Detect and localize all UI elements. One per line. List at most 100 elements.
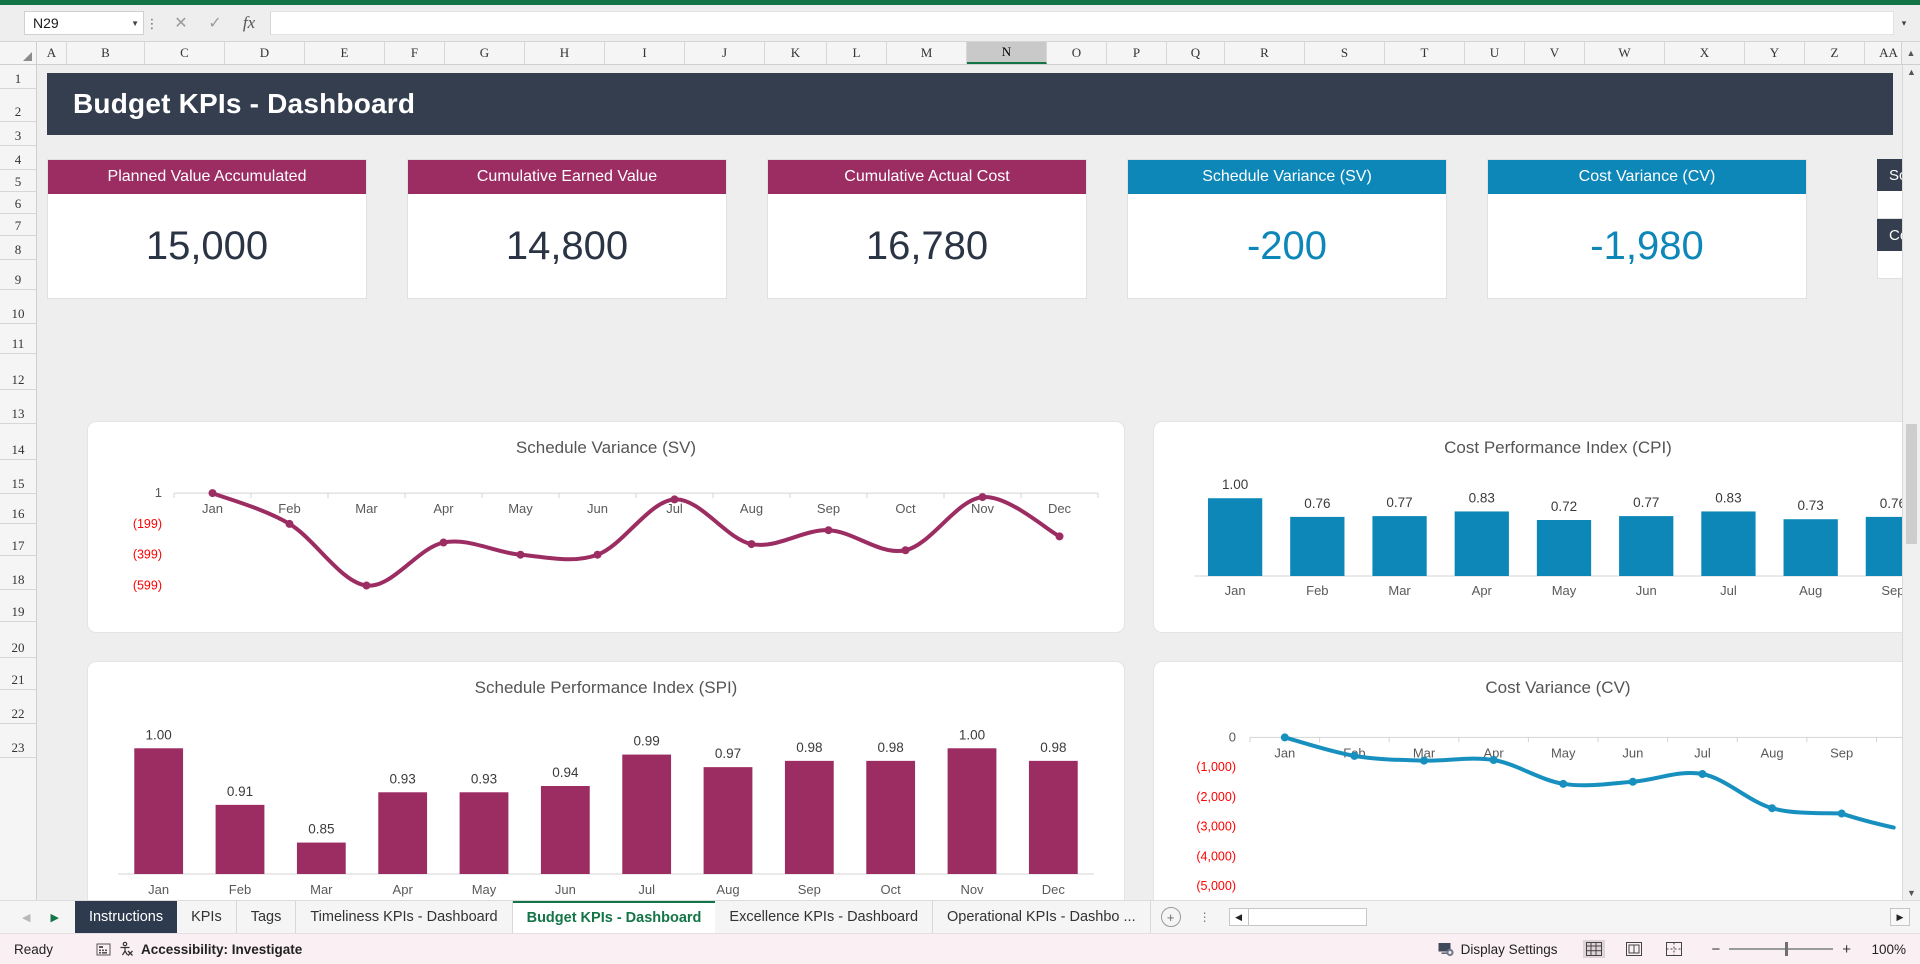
scroll-down-icon[interactable]: ▼ — [1907, 888, 1916, 898]
page-break-preview-button[interactable] — [1663, 940, 1685, 958]
insert-function-icon[interactable]: fx — [240, 13, 258, 32]
column-header-g[interactable]: G — [445, 42, 525, 64]
column-header-p[interactable]: P — [1107, 42, 1167, 64]
name-box-value: N29 — [33, 15, 59, 31]
chart-panel-spi[interactable]: Schedule Performance Index (SPI) 1.00 Jan… — [87, 661, 1125, 900]
column-header-q[interactable]: Q — [1167, 42, 1225, 64]
row-header-3[interactable]: 3 — [0, 122, 36, 146]
zoom-control[interactable]: − + 100% — [1711, 941, 1920, 958]
enter-check-icon[interactable]: ✓ — [206, 14, 224, 32]
row-header-20[interactable]: 20 — [0, 622, 36, 658]
sheet-tab-instructions[interactable]: Instructions — [74, 901, 178, 933]
row-header-13[interactable]: 13 — [0, 390, 36, 424]
svg-text:Feb: Feb — [278, 501, 300, 516]
row-header-11[interactable]: 11 — [0, 324, 36, 354]
row-header-4[interactable]: 4 — [0, 146, 36, 170]
hscroll-right-icon[interactable]: ▶ — [1890, 908, 1910, 926]
column-header-aa[interactable]: AA — [1865, 42, 1901, 64]
normal-view-button[interactable] — [1583, 940, 1606, 958]
scroll-up-icon[interactable]: ▲ — [1907, 67, 1916, 77]
display-settings-button[interactable]: Display Settings — [1438, 942, 1584, 957]
row-header-18[interactable]: 18 — [0, 556, 36, 590]
worksheet-area[interactable]: Budget KPIs - Dashboard Planned Value Ac… — [37, 65, 1902, 900]
sheet-tab-budget-kpis-dashboard[interactable]: Budget KPIs - Dashboard — [512, 901, 716, 933]
macro-record-icon[interactable] — [88, 942, 118, 957]
row-header-15[interactable]: 15 — [0, 460, 36, 494]
expand-formula-bar-icon[interactable]: ▾ — [1894, 18, 1914, 29]
row-header-22[interactable]: 22 — [0, 690, 36, 724]
row-header-1[interactable]: 1 — [0, 65, 36, 89]
column-header-j[interactable]: J — [685, 42, 765, 64]
column-header-l[interactable]: L — [827, 42, 887, 64]
column-header-o[interactable]: O — [1047, 42, 1107, 64]
row-header-9[interactable]: 9 — [0, 260, 36, 290]
name-box[interactable]: N29 ▼ — [24, 11, 144, 35]
scroll-up-arrow[interactable]: ▲ — [1901, 42, 1920, 64]
column-header-i[interactable]: I — [605, 42, 685, 64]
column-header-f[interactable]: F — [385, 42, 445, 64]
more-options-icon[interactable]: ⋮ — [144, 17, 160, 30]
cancel-icon[interactable]: ✕ — [172, 14, 190, 32]
zoom-in-icon[interactable]: + — [1842, 941, 1851, 958]
formula-input[interactable] — [270, 11, 1894, 35]
accessibility-status[interactable]: Accessibility: Investigate — [118, 941, 302, 957]
vertical-scroll-thumb[interactable] — [1906, 423, 1917, 544]
chart-panel-schedule-variance[interactable]: Schedule Variance (SV) 1 (199) (399) (599) J… — [87, 421, 1125, 633]
column-header-z[interactable]: Z — [1805, 42, 1865, 64]
zoom-slider[interactable] — [1729, 942, 1834, 956]
hscroll-left-icon[interactable]: ◀ — [1228, 908, 1249, 926]
row-header-5[interactable]: 5 — [0, 170, 36, 192]
column-header-b[interactable]: B — [67, 42, 145, 64]
row-header-6[interactable]: 6 — [0, 192, 36, 214]
column-header-e[interactable]: E — [305, 42, 385, 64]
column-header-x[interactable]: X — [1665, 42, 1745, 64]
row-header-8[interactable]: 8 — [0, 236, 36, 260]
chevron-down-icon[interactable]: ▼ — [131, 19, 139, 28]
column-header-a[interactable]: A — [37, 42, 67, 64]
column-header-h[interactable]: H — [525, 42, 605, 64]
column-header-u[interactable]: U — [1465, 42, 1525, 64]
select-all-corner[interactable] — [0, 42, 37, 64]
row-header-10[interactable]: 10 — [0, 290, 36, 324]
svg-text:(599): (599) — [133, 579, 162, 593]
column-header-w[interactable]: W — [1585, 42, 1665, 64]
row-header-19[interactable]: 19 — [0, 590, 36, 622]
zoom-level[interactable]: 100% — [1860, 942, 1906, 957]
zoom-slider-thumb[interactable] — [1785, 942, 1789, 956]
row-header-16[interactable]: 16 — [0, 494, 36, 524]
row-header-17[interactable]: 17 — [0, 524, 36, 556]
column-header-v[interactable]: V — [1525, 42, 1585, 64]
row-header-7[interactable]: 7 — [0, 214, 36, 236]
column-header-n[interactable]: N — [967, 42, 1047, 64]
new-sheet-button[interactable]: + — [1151, 901, 1191, 933]
sheet-tab-timeliness-kpis-dashboard[interactable]: Timeliness KPIs - Dashboard — [296, 901, 513, 933]
column-header-r[interactable]: R — [1225, 42, 1305, 64]
sheet-more-icon[interactable]: ⋮ — [1191, 901, 1219, 933]
svg-text:0.77: 0.77 — [1386, 495, 1412, 510]
vertical-scrollbar[interactable]: ▲ ▼ — [1902, 65, 1920, 900]
hscroll-thumb[interactable] — [1248, 908, 1367, 926]
page-layout-view-button[interactable] — [1623, 940, 1645, 958]
column-header-k[interactable]: K — [765, 42, 827, 64]
sheet-next-icon[interactable]: ▶ — [50, 911, 58, 924]
chart-panel-cpi[interactable]: Cost Performance Index (CPI) 1.00 Jan 0.76… — [1153, 421, 1902, 633]
sheet-tab-excellence-kpis-dashboard[interactable]: Excellence KPIs - Dashboard — [715, 901, 934, 933]
row-header-12[interactable]: 12 — [0, 354, 36, 390]
column-header-y[interactable]: Y — [1745, 42, 1805, 64]
column-header-t[interactable]: T — [1385, 42, 1465, 64]
row-header-2[interactable]: 2 — [0, 89, 36, 122]
chart-panel-cv[interactable]: Cost Variance (CV) 0 (1,000) (2,000) (3,000… — [1153, 661, 1902, 900]
sheet-tab-tags[interactable]: Tags — [237, 901, 297, 933]
row-header-14[interactable]: 14 — [0, 424, 36, 460]
sheet-tab-kpis[interactable]: KPIs — [177, 901, 237, 933]
sheet-tab-operational-kpis-dashbo[interactable]: Operational KPIs - Dashbo ... — [933, 901, 1151, 933]
column-header-d[interactable]: D — [225, 42, 305, 64]
zoom-out-icon[interactable]: − — [1711, 941, 1720, 958]
column-header-c[interactable]: C — [145, 42, 225, 64]
sheet-prev-icon[interactable]: ◀ — [22, 911, 30, 924]
horizontal-scrollbar[interactable]: ◀ ▶ — [1219, 901, 1920, 933]
column-header-s[interactable]: S — [1305, 42, 1385, 64]
row-header-21[interactable]: 21 — [0, 658, 36, 690]
row-header-23[interactable]: 23 — [0, 724, 36, 758]
column-header-m[interactable]: M — [887, 42, 967, 64]
